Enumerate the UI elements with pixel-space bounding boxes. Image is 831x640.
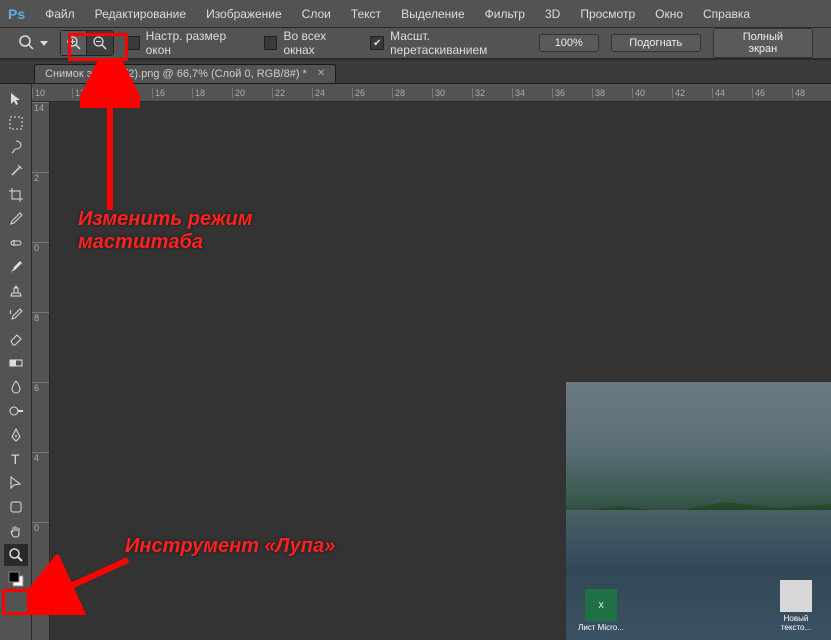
history-brush-tool[interactable] [4,304,28,326]
zoom-mode-group [60,30,114,56]
move-tool[interactable] [4,88,28,110]
menu-filter[interactable]: Фильтр [479,5,531,23]
all-windows-label: Во всех окнах [283,29,358,57]
menu-window[interactable]: Окно [649,5,689,23]
annotation-zoom-tool: Инструмент «Лупа» [125,535,335,558]
all-windows-checkbox[interactable]: Во всех окнах [264,29,359,57]
dodge-tool[interactable] [4,400,28,422]
menu-select[interactable]: Выделение [395,5,471,23]
menu-image[interactable]: Изображение [200,5,288,23]
menu-3d[interactable]: 3D [539,5,566,23]
document-tab[interactable]: Снимок экрана (2).png @ 66,7% (Слой 0, R… [34,64,336,83]
gradient-tool[interactable] [4,352,28,374]
document-image: XЛист Micro... Новый тексто... [566,382,831,640]
document-tab-title: Снимок экрана (2).png @ 66,7% (Слой 0, R… [45,68,307,80]
brush-tool[interactable] [4,256,28,278]
tools-panel: T [0,84,32,640]
foreground-background-color[interactable] [4,568,28,590]
desktop-excel-icon: XЛист Micro... [576,589,626,632]
path-selection-tool[interactable] [4,472,28,494]
shape-tool[interactable] [4,496,28,518]
zoom-out-mode-button[interactable] [87,31,113,55]
crop-tool[interactable] [4,184,28,206]
canvas-area[interactable]: XЛист Micro... Новый тексто... [50,102,831,640]
hand-tool[interactable] [4,520,28,542]
clone-stamp-tool[interactable] [4,280,28,302]
zoom-percent-button[interactable]: 100% [539,34,599,52]
eyedropper-tool[interactable] [4,208,28,230]
pen-tool[interactable] [4,424,28,446]
menu-edit[interactable]: Редактирование [89,5,192,23]
fullscreen-button[interactable]: Полный экран [713,28,813,58]
annotation-zoom-mode: Изменить режим мастштаба [78,208,258,254]
marquee-tool[interactable] [4,112,28,134]
resize-windows-label: Настр. размер окон [146,29,252,57]
zoom-in-mode-button[interactable] [61,31,87,55]
resize-windows-checkbox[interactable]: Настр. размер окон [126,29,252,57]
fit-button[interactable]: Подогнать [611,34,701,52]
eraser-tool[interactable] [4,328,28,350]
menu-help[interactable]: Справка [697,5,756,23]
options-bar: Настр. размер окон Во всех окнах Масшт. … [0,28,831,60]
healing-brush-tool[interactable] [4,232,28,254]
magic-wand-tool[interactable] [4,160,28,182]
blur-tool[interactable] [4,376,28,398]
lasso-tool[interactable] [4,136,28,158]
type-tool[interactable]: T [4,448,28,470]
scrub-zoom-checkbox[interactable]: Масшт. перетаскиванием [370,29,526,57]
ps-logo: Ps [8,6,25,22]
close-tab-icon[interactable]: ✕ [317,68,325,80]
desktop-text-icon: Новый тексто... [771,580,821,632]
menu-view[interactable]: Просмотр [574,5,641,23]
menu-text[interactable]: Текст [345,5,387,23]
document-tab-strip: Снимок экрана (2).png @ 66,7% (Слой 0, R… [0,60,831,84]
menu-file[interactable]: Файл [39,5,81,23]
menu-bar: Ps Файл Редактирование Изображение Слои … [0,0,831,28]
scrub-zoom-label: Масшт. перетаскиванием [390,29,527,57]
svg-text:T: T [11,451,20,467]
zoom-tool[interactable] [4,544,28,566]
menu-layers[interactable]: Слои [296,5,337,23]
tool-preset-picker[interactable] [18,34,48,52]
